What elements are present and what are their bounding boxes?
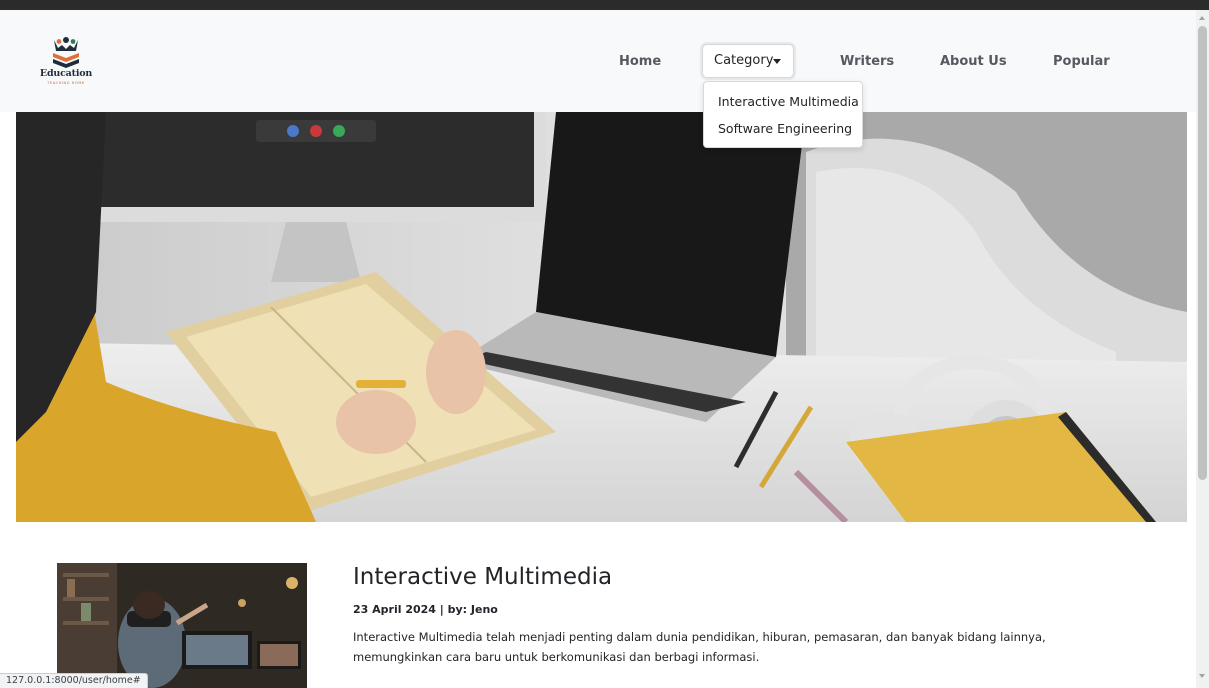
brand-logo[interactable]: Education TEACHING HOME xyxy=(36,36,96,96)
nav-about-us[interactable]: About Us xyxy=(940,54,1007,69)
category-dropdown-button[interactable]: Category xyxy=(702,44,794,78)
hero-image xyxy=(16,112,1187,522)
article-thumbnail[interactable] xyxy=(57,563,307,688)
nav-popular[interactable]: Popular xyxy=(1053,54,1110,69)
category-dropdown-menu: Interactive Multimedia Software Engineer… xyxy=(703,81,863,148)
caret-down-icon xyxy=(773,59,781,64)
article-meta: 23 April 2024 | by: Jeno xyxy=(353,603,498,616)
status-bar-url: 127.0.0.1:8000/user/home# xyxy=(0,673,148,688)
education-logo-icon xyxy=(53,37,79,68)
hero-study-desk-illustration xyxy=(16,112,1187,522)
dropdown-item-interactive-multimedia[interactable]: Interactive Multimedia xyxy=(718,94,859,109)
vr-user-thumbnail-image xyxy=(57,563,307,688)
article-excerpt: Interactive Multimedia telah menjadi pen… xyxy=(353,630,1046,664)
brand-tagline: TEACHING HOME xyxy=(47,81,85,85)
nav-writers[interactable]: Writers xyxy=(840,54,894,69)
dropdown-item-software-engineering[interactable]: Software Engineering xyxy=(718,121,852,136)
navbar: Education TEACHING HOME Home Category Wr… xyxy=(0,10,1196,112)
article-title[interactable]: Interactive Multimedia xyxy=(353,564,612,590)
category-label: Category xyxy=(714,53,774,68)
brand-name: Education xyxy=(39,68,93,79)
page-scrollbar[interactable] xyxy=(1196,10,1209,688)
nav-home[interactable]: Home xyxy=(619,54,661,69)
browser-top-edge xyxy=(0,0,1209,10)
scrollbar-thumb[interactable] xyxy=(1198,26,1207,480)
scroll-down-arrow-icon[interactable] xyxy=(1199,674,1205,678)
scroll-up-arrow-icon[interactable] xyxy=(1199,16,1205,20)
